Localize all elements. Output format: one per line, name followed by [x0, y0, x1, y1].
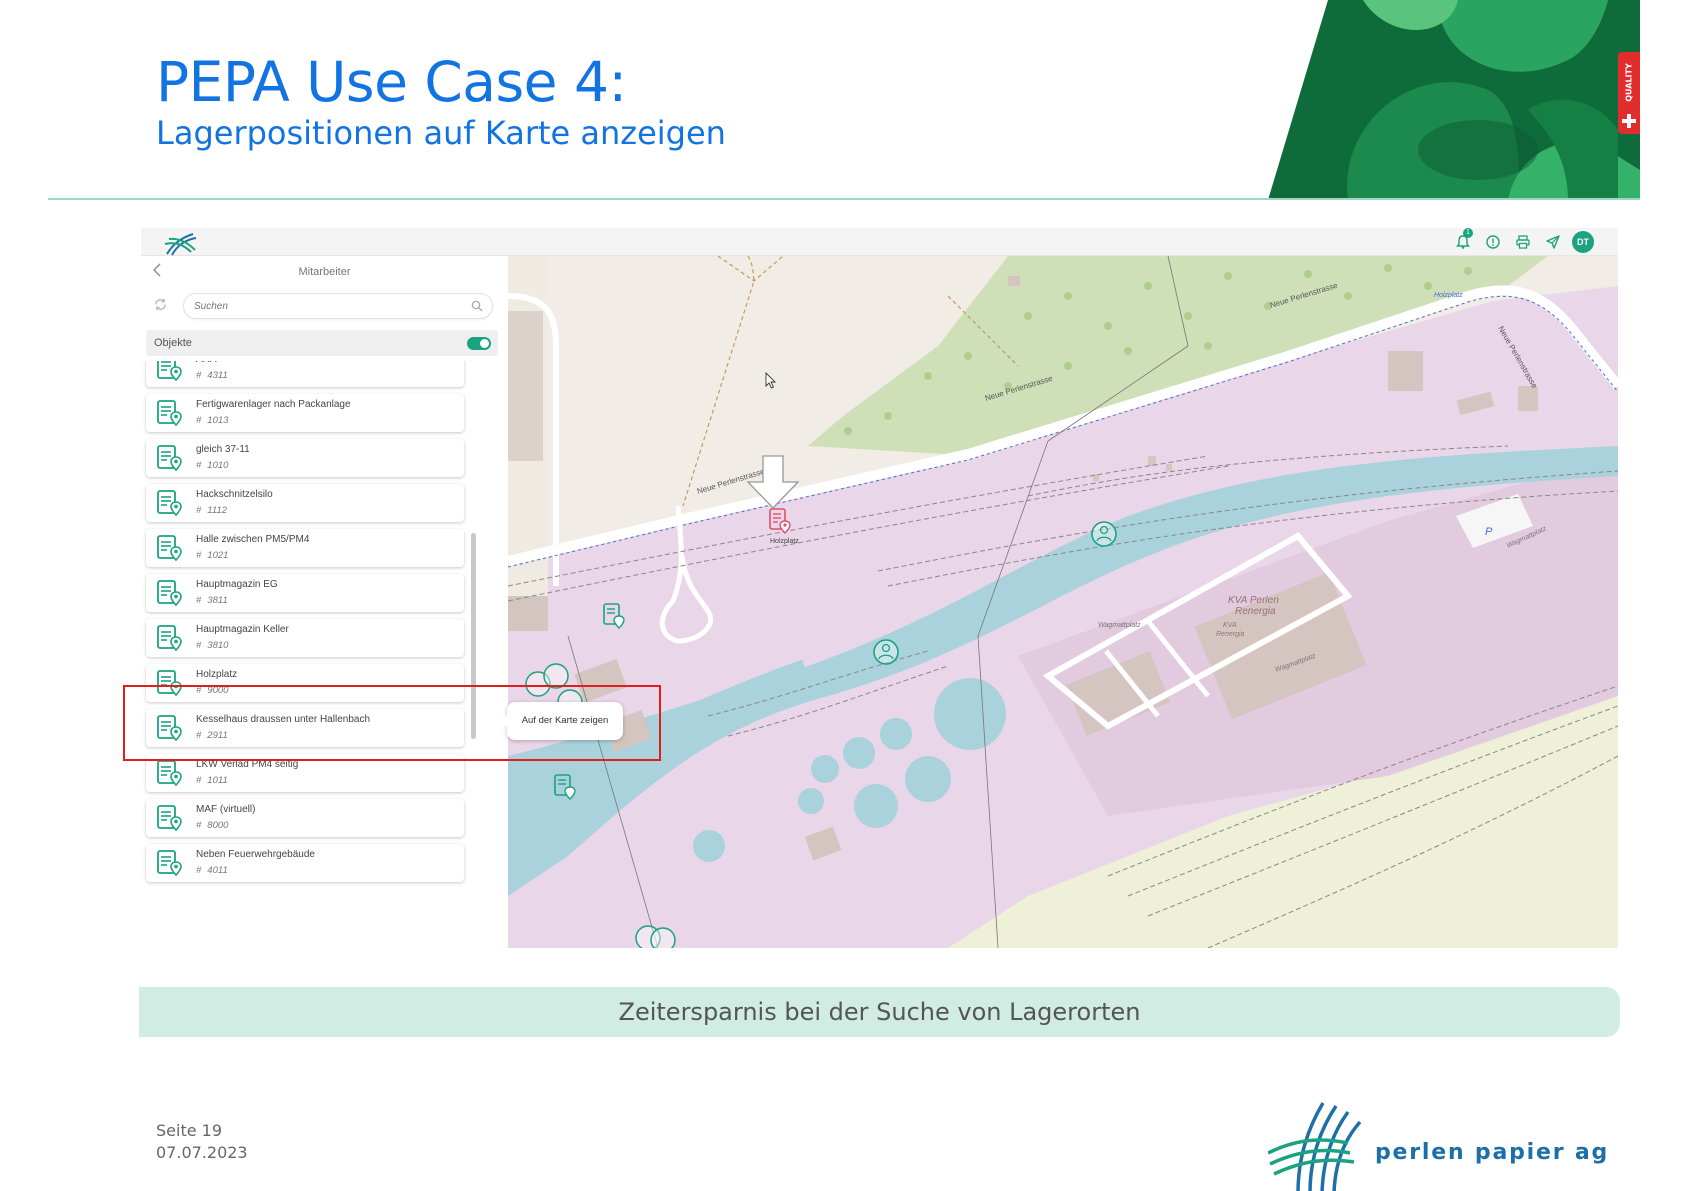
- list-item-name: Hauptmagazin EG: [196, 579, 278, 590]
- location-list-icon: [156, 624, 184, 657]
- poi-label: KVA: [1223, 622, 1237, 629]
- list-item-name: gleich 37-11: [196, 444, 250, 455]
- summary-text: Zeitersparnis bei der Suche von Lagerort…: [618, 998, 1141, 1026]
- list-item-name: Neben Feuerwehrgebäude: [196, 849, 315, 860]
- objects-toggle[interactable]: [467, 337, 491, 350]
- location-list-icon: [156, 361, 184, 387]
- list-item-number: #4011: [196, 865, 228, 876]
- page-info: Seite 19 07.07.2023: [156, 1120, 248, 1164]
- header-image: QUALITY: [1268, 0, 1640, 200]
- location-list-icon: [156, 399, 184, 432]
- header-divider: [48, 198, 1640, 200]
- list-item-name: ARA: [196, 361, 217, 365]
- list-item-name: MAF (virtuell): [196, 804, 256, 815]
- map-canvas: Neue Perlenstrasse Neue Perlenstrasse Ne…: [508, 256, 1618, 948]
- list-item-number: #3811: [196, 595, 228, 606]
- objects-filter-row: Objekte: [146, 330, 498, 356]
- list-item[interactable]: Hauptmagazin EG #3811: [146, 574, 464, 612]
- sidebar-panel: Mitarbeiter Objekte ARA #4311 Fertigwarenl…: [141, 256, 508, 948]
- notification-badge: 1: [1463, 228, 1473, 238]
- slide-subtitle: Lagerpositionen auf Karte anzeigen: [156, 114, 726, 152]
- poi-label: Wagmattplatz: [1098, 622, 1141, 629]
- list-item[interactable]: MAF (virtuell) #8000: [146, 799, 464, 837]
- poi-label: Renergia: [1235, 606, 1276, 617]
- company-logo-icon: [1267, 1098, 1378, 1191]
- map-view[interactable]: Neue Perlenstrasse Neue Perlenstrasse Ne…: [508, 256, 1618, 948]
- list-item[interactable]: Hackschnitzelsilo #1112: [146, 484, 464, 522]
- company-name: perlen papier ag: [1375, 1140, 1610, 1165]
- search-box: [183, 293, 493, 319]
- printer-icon[interactable]: [1512, 231, 1534, 253]
- list-item-number: #1021: [196, 550, 229, 561]
- poi-label: KVA Perlen: [1228, 595, 1279, 606]
- list-item-number: #8000: [196, 820, 229, 831]
- search-input[interactable]: [194, 299, 454, 313]
- list-item-name: Halle zwischen PM5/PM4: [196, 534, 310, 545]
- list-item-number: #1013: [196, 415, 229, 426]
- list-item[interactable]: gleich 37-11 #1010: [146, 439, 464, 477]
- location-list-icon: [156, 804, 184, 837]
- list-item[interactable]: Halle zwischen PM5/PM4 #1021: [146, 529, 464, 567]
- search-icon[interactable]: [471, 299, 483, 317]
- app-topbar: 1 DT: [141, 228, 1618, 256]
- location-list-icon: [156, 579, 184, 612]
- app-screenshot: 1 DT Mitarbeiter Suchen Objekte # 4311 F…: [141, 228, 1618, 948]
- bell-icon[interactable]: 1: [1452, 228, 1474, 253]
- list-item-number: #3810: [196, 640, 229, 651]
- refresh-icon[interactable]: [153, 297, 168, 316]
- list-item[interactable]: ARA #4311: [146, 361, 464, 387]
- person-marker[interactable]: [873, 639, 899, 665]
- quality-badge: QUALITY: [1618, 52, 1640, 134]
- list-item[interactable]: Hauptmagazin Keller #3810: [146, 619, 464, 657]
- send-icon[interactable]: [1542, 231, 1564, 253]
- list-item-name: Hackschnitzelsilo: [196, 489, 273, 500]
- highlight-frame: [123, 685, 661, 761]
- list-item-name: Fertigwarenlager nach Packanlage: [196, 399, 351, 410]
- poi-label: Renergia: [1216, 631, 1245, 638]
- list-item-name: Holzplatz: [196, 669, 238, 680]
- summary-banner: Zeitersparnis bei der Suche von Lagerort…: [139, 987, 1620, 1037]
- location-list-icon: [156, 444, 184, 477]
- page-number: Seite 19: [156, 1121, 223, 1140]
- list-item-number: #4311: [196, 370, 228, 381]
- objects-filter-label: Objekte: [154, 337, 192, 349]
- list-item-number: #1011: [196, 775, 228, 786]
- location-list-icon: [156, 534, 184, 567]
- poi-label: Holzplatz: [1434, 292, 1463, 299]
- sidebar-title: Mitarbeiter: [298, 266, 351, 278]
- location-list-icon: [156, 489, 184, 522]
- list-item[interactable]: Fertigwarenlager nach Packanlage #1013: [146, 394, 464, 432]
- location-list-icon: [156, 849, 184, 882]
- poi-label: P: [1485, 526, 1493, 538]
- list-item[interactable]: Neben Feuerwehrgebäude #4011: [146, 844, 464, 882]
- slide-title: PEPA Use Case 4:: [156, 50, 627, 114]
- list-item-number: #1010: [196, 460, 229, 471]
- location-list-icon: [156, 759, 184, 792]
- slide-date: 07.07.2023: [156, 1143, 248, 1162]
- person-marker[interactable]: [1091, 521, 1117, 547]
- selected-marker-label: Holzplatz: [770, 538, 799, 545]
- object-list: ARA #4311 Fertigwarenlager nach Packanlage…: [141, 361, 508, 948]
- user-avatar[interactable]: DT: [1572, 231, 1594, 253]
- list-item-number: #1112: [196, 505, 228, 516]
- list-item-name: Hauptmagazin Keller: [196, 624, 289, 635]
- alert-icon[interactable]: [1482, 231, 1504, 253]
